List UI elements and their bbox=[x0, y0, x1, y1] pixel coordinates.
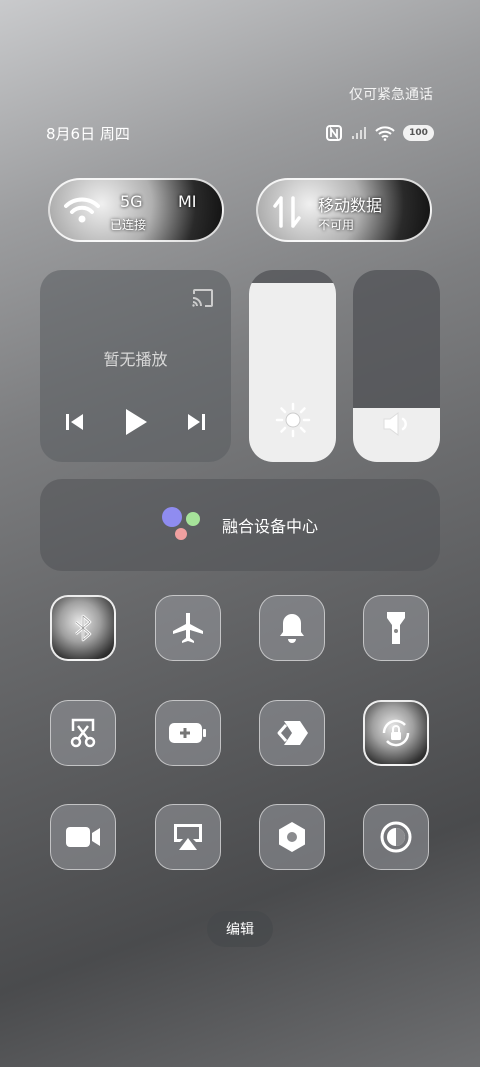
emergency-calls-only: 仅可紧急通话 bbox=[349, 87, 433, 103]
share-icon bbox=[277, 721, 308, 745]
brightness-slider[interactable] bbox=[249, 270, 336, 462]
wifi-status: 已连接 bbox=[110, 218, 147, 232]
device-fusion-center[interactable]: 融合设备中心 bbox=[40, 479, 440, 571]
wifi-status-icon bbox=[375, 126, 395, 141]
battery-plus-icon bbox=[169, 723, 206, 743]
wifi-band: 5G bbox=[120, 192, 143, 211]
rotation-lock-icon bbox=[382, 719, 410, 747]
date-text: 8月6日 周四 bbox=[46, 124, 130, 143]
flashlight-icon bbox=[387, 612, 405, 644]
bell-icon bbox=[280, 614, 304, 643]
share-toggle[interactable] bbox=[259, 700, 325, 766]
device-fusion-label: 融合设备中心 bbox=[221, 517, 318, 536]
contrast-icon bbox=[380, 821, 412, 853]
brightness-icon bbox=[275, 402, 310, 438]
screenshot-toggle[interactable] bbox=[50, 700, 116, 766]
bluetooth-toggle[interactable] bbox=[50, 595, 116, 661]
edit-button[interactable]: 编辑 bbox=[207, 911, 273, 947]
power-saving-toggle[interactable] bbox=[155, 700, 221, 766]
wifi-icon bbox=[64, 197, 100, 223]
battery-indicator: 100 bbox=[403, 125, 434, 141]
volume-slider[interactable] bbox=[353, 270, 440, 462]
settings-toggle[interactable] bbox=[259, 804, 325, 870]
sound-toggle[interactable] bbox=[259, 595, 325, 661]
hexagon-settings-icon bbox=[279, 822, 305, 852]
screen-cast-toggle[interactable] bbox=[155, 804, 221, 870]
airplane-icon bbox=[173, 613, 203, 643]
bluetooth-icon bbox=[75, 614, 92, 642]
dark-mode-toggle[interactable] bbox=[363, 804, 429, 870]
previous-track-icon[interactable] bbox=[64, 412, 86, 432]
screen-record-toggle[interactable] bbox=[50, 804, 116, 870]
media-player-card[interactable]: 暂无播放 bbox=[40, 270, 231, 462]
nfc-icon bbox=[326, 125, 342, 141]
cast-icon[interactable] bbox=[191, 288, 215, 308]
airplay-icon bbox=[174, 824, 202, 850]
airplane-mode-toggle[interactable] bbox=[155, 595, 221, 661]
play-icon[interactable] bbox=[123, 407, 149, 437]
volume-icon bbox=[383, 412, 407, 436]
signal-icon bbox=[352, 127, 366, 139]
next-track-icon[interactable] bbox=[185, 412, 207, 432]
mobile-data-status: 不可用 bbox=[318, 218, 355, 232]
wifi-ssid: MI bbox=[178, 192, 197, 211]
flashlight-toggle[interactable] bbox=[363, 595, 429, 661]
mobile-data-label: 移动数据 bbox=[318, 196, 383, 215]
mobile-data-icon bbox=[273, 196, 301, 228]
wifi-toggle[interactable]: 5G MI 已连接 bbox=[48, 178, 224, 242]
media-empty-text: 暂无播放 bbox=[103, 350, 168, 369]
status-icons: 100 bbox=[325, 124, 434, 142]
media-controls bbox=[64, 407, 207, 437]
rotation-lock-toggle[interactable] bbox=[363, 700, 429, 766]
status-bar: 8月6日 周四 100 bbox=[46, 122, 434, 144]
mobile-data-toggle[interactable]: 移动数据 不可用 bbox=[256, 178, 432, 242]
video-camera-icon bbox=[66, 827, 100, 847]
device-fusion-icon bbox=[161, 507, 204, 543]
scissors-icon bbox=[70, 718, 96, 748]
